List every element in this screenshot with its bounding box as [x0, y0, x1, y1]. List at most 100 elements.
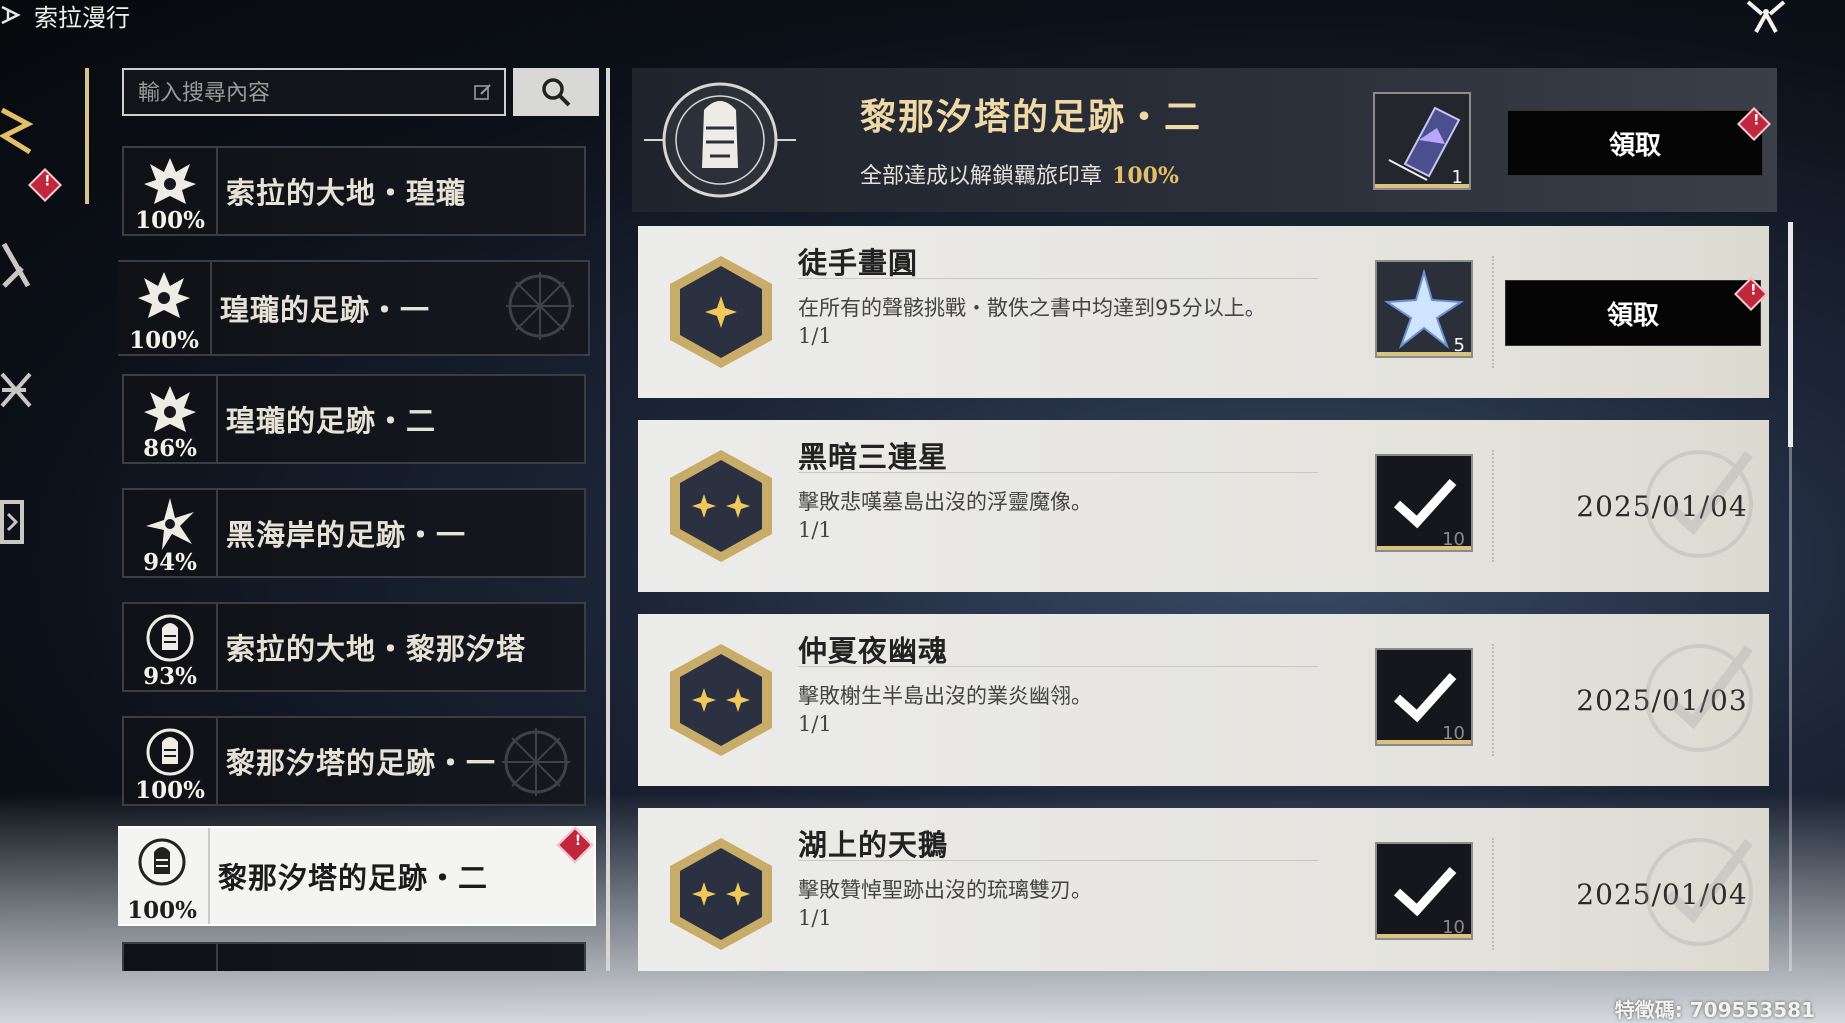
list-item-2[interactable]: 100% 瑝瓏的足跡・一: [118, 260, 590, 356]
header-claim-button[interactable]: 領取: [1507, 110, 1763, 176]
completed-check-icon: [1645, 450, 1753, 558]
achievement-list: 徒手畫圓 在所有的聲骸挑戰・散佚之書中均達到95分以上。 1/1 5 領取 ! …: [638, 222, 1771, 971]
seal-emblem-icon: [644, 82, 796, 198]
search-icon: [542, 78, 571, 107]
close-x-icon[interactable]: [1742, 0, 1790, 34]
search-button[interactable]: [513, 68, 599, 116]
card-separator: [1492, 256, 1495, 368]
list-item-icon-box: 94%: [124, 490, 218, 576]
list-item-label: 黎那汐塔的足跡・二: [218, 861, 489, 895]
rail-alert-badge: !: [28, 168, 62, 202]
list-item-icon-box: 100%: [118, 828, 210, 924]
rail-active-indicator: [85, 68, 89, 204]
dragon-emblem-icon: [138, 272, 190, 318]
compass-deco-icon: [502, 728, 570, 796]
achievement-card-4: 湖上的天鵝 擊敗贊悼聖跡出沒的琉璃雙刃。 1/1 10 2025/01/04: [638, 808, 1769, 971]
achievement-claim-button[interactable]: 領取: [1505, 280, 1761, 346]
achievement-description: 擊敗悲嘆墓島出沒的浮靈魔像。: [798, 490, 1092, 514]
list-item-icon-box: 100%: [124, 718, 218, 804]
search-box[interactable]: [122, 68, 506, 116]
star-flower-emblem-icon: [146, 498, 194, 550]
list-item-icon-box: 93%: [124, 604, 218, 690]
list-item-1[interactable]: 100% 索拉的大地・瑝瓏: [122, 146, 586, 236]
search-input[interactable]: [136, 78, 460, 108]
compass-deco-icon: [506, 272, 574, 340]
list-item-icon-box: [124, 944, 218, 971]
seal-emblem-icon: [138, 838, 186, 886]
achievement-title: 徒手畫圓: [798, 246, 919, 280]
achievement-reward-claimed: 10: [1375, 648, 1473, 746]
achievement-card-1: 徒手畫圓 在所有的聲骸挑戰・散佚之書中均達到95分以上。 1/1 5 領取 !: [638, 226, 1769, 398]
achievement-reward-claimed: 10: [1375, 842, 1473, 940]
panel-divider: [606, 68, 610, 971]
achievement-scrollbar-track[interactable]: [1789, 447, 1792, 971]
feature-code: 特徵碼: 709553581: [1614, 998, 1815, 1022]
list-item-label: 瑝瓏的足跡・二: [226, 404, 437, 438]
rail-icon-blades[interactable]: [0, 362, 42, 422]
achievement-reward-claimed: 10: [1375, 454, 1473, 552]
list-item-5[interactable]: 93% 索拉的大地・黎那汐塔: [122, 602, 586, 692]
app-logo-icon: [1, 5, 21, 25]
reward-gold-bar: [1377, 546, 1471, 550]
app-title: 索拉漫行: [34, 3, 130, 32]
list-item-7-active[interactable]: 100% 黎那汐塔的足跡・二 !: [118, 826, 596, 926]
achievement-description: 擊敗榭生半島出沒的業炎幽翎。: [798, 684, 1092, 708]
seal-emblem-icon: [146, 728, 194, 776]
list-item-percent: 100%: [135, 207, 205, 234]
reward-gold-bar: [1375, 184, 1469, 188]
list-item-percent: 100%: [127, 897, 197, 924]
reward-gold-bar: [1377, 740, 1471, 744]
rail-icon-exploration[interactable]: [0, 102, 42, 162]
list-item-8-partial[interactable]: [122, 942, 586, 971]
list-item-percent: 94%: [143, 549, 197, 576]
list-item-alert-badge: !: [556, 826, 594, 864]
achievement-description: 在所有的聲骸挑戰・散佚之書中均達到95分以上。: [798, 296, 1266, 320]
header-percent: 100%: [1112, 163, 1179, 189]
seal-emblem-icon: [146, 614, 194, 662]
list-item-icon-box: 100%: [124, 148, 218, 234]
achievement-rule: [798, 666, 1318, 667]
achievement-reward-slot[interactable]: 5: [1375, 260, 1473, 358]
reward-gold-bar: [1377, 934, 1471, 938]
header-reward-slot[interactable]: 1: [1373, 92, 1471, 190]
achievement-card-3: 仲夏夜幽魂 擊敗榭生半島出沒的業炎幽翎。 1/1 10 2025/01/03: [638, 614, 1769, 786]
header-subtitle: 全部達成以解鎖羈旅印章 100%: [860, 158, 1179, 190]
dragon-emblem-icon: [144, 386, 196, 432]
list-item-label: 索拉的大地・黎那汐塔: [226, 632, 527, 666]
dragon-emblem-icon: [144, 158, 196, 204]
card-separator: [1492, 450, 1495, 562]
rail-icon-combat[interactable]: [0, 238, 42, 298]
achievement-title: 黑暗三連星: [798, 440, 949, 474]
achievement-double-star-badge-icon: [670, 838, 772, 950]
achievement-rule: [798, 278, 1318, 279]
list-item-6[interactable]: 100% 黎那汐塔的足跡・一: [122, 716, 586, 806]
achievement-double-star-badge-icon: [670, 450, 772, 562]
achievement-description: 擊敗贊悼聖跡出沒的琉璃雙刃。: [798, 878, 1092, 902]
achievement-title: 仲夏夜幽魂: [798, 634, 949, 668]
category-rail: !: [0, 60, 89, 580]
reward-gold-bar: [1377, 352, 1471, 356]
achievement-rule: [798, 860, 1318, 861]
list-item-3[interactable]: 86% 瑝瓏的足跡・二: [122, 374, 586, 464]
achievement-progress: 1/1: [798, 712, 832, 736]
list-item-percent: 86%: [143, 435, 197, 462]
list-item-4[interactable]: 94% 黑海岸的足跡・一: [122, 488, 586, 578]
card-separator: [1492, 838, 1495, 950]
achievement-star-badge-icon: [670, 256, 772, 368]
list-item-percent: 100%: [135, 777, 205, 804]
list-item-label: 索拉的大地・瑝瓏: [226, 176, 467, 210]
rail-icon-cards[interactable]: [0, 492, 42, 552]
header-subtitle-text: 全部達成以解鎖羈旅印章: [860, 164, 1103, 189]
list-item-label: 黎那汐塔的足跡・一: [226, 746, 497, 780]
achievement-scrollbar-thumb[interactable]: [1788, 222, 1793, 447]
region-list: 100% 索拉的大地・瑝瓏 100% 瑝瓏的足跡・一 86% 瑝瓏的足跡・二 9…: [118, 146, 598, 971]
achievement-card-2: 黑暗三連星 擊敗悲嘆墓島出沒的浮靈魔像。 1/1 10 2025/01/04: [638, 420, 1769, 592]
edit-icon: [474, 84, 491, 100]
achievement-progress: 1/1: [798, 518, 832, 542]
completed-check-icon: [1645, 838, 1753, 946]
card-separator: [1492, 644, 1495, 756]
achievement-title: 湖上的天鵝: [798, 828, 949, 862]
achievement-progress: 1/1: [798, 324, 832, 348]
app-title-bar: 索拉漫行: [0, 0, 130, 32]
list-item-label: 瑝瓏的足跡・一: [220, 293, 431, 327]
